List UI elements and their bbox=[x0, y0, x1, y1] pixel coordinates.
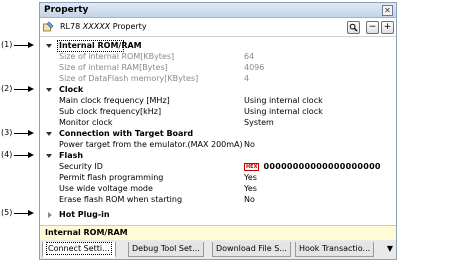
category-label: Flash bbox=[59, 151, 84, 160]
property-value[interactable]: HEX 00000000000000000000 bbox=[244, 161, 381, 172]
property-row[interactable]: Security ID HEX 00000000000000000000 bbox=[40, 161, 396, 172]
property-row[interactable]: Sub clock frequency[kHz] Using internal … bbox=[40, 106, 396, 117]
tab-debug-tool-settings[interactable]: Debug Tool Set... bbox=[128, 242, 204, 257]
callout-3: (3) bbox=[0, 128, 38, 138]
property-name: Size of DataFlash memory[KBytes] bbox=[59, 74, 199, 83]
description-area: Internal ROM/RAM bbox=[40, 225, 396, 241]
security-id-value: 00000000000000000000 bbox=[263, 162, 381, 171]
category-hot-plug-in[interactable]: Hot Plug-in bbox=[40, 209, 396, 220]
property-value[interactable]: Yes bbox=[244, 183, 257, 194]
debug-tool-icon bbox=[43, 21, 54, 32]
magnifier-icon bbox=[349, 23, 358, 32]
tab-label: Connect Setti... bbox=[46, 242, 112, 255]
property-name: Main clock frequency [MHz] bbox=[59, 96, 170, 105]
property-row[interactable]: Size of internal ROM[KBytes] 64 bbox=[40, 51, 396, 62]
tab-download-file-settings[interactable]: Download File S... bbox=[212, 242, 291, 257]
tab-strip: Connect Setti... Debug Tool Set... Downl… bbox=[40, 240, 396, 259]
callout-1: (1) bbox=[0, 40, 38, 50]
expand-arrow-icon[interactable] bbox=[46, 88, 52, 92]
property-value: 4 bbox=[244, 74, 250, 83]
property-row[interactable]: Permit flash programming Yes bbox=[40, 172, 396, 183]
category-label: Connection with Target Board bbox=[59, 129, 194, 138]
property-value[interactable]: No bbox=[244, 194, 255, 205]
property-row[interactable]: Monitor clock System bbox=[40, 117, 396, 128]
search-button[interactable] bbox=[347, 21, 360, 34]
callout-1-label: (1) bbox=[1, 40, 13, 49]
property-row[interactable]: Power target from the emulator.(MAX 200m… bbox=[40, 139, 396, 150]
property-row[interactable]: Erase flash ROM when starting No bbox=[40, 194, 396, 205]
callout-2: (2) bbox=[0, 84, 38, 94]
property-value[interactable]: Using internal clock bbox=[244, 95, 323, 106]
callout-4-arrow bbox=[28, 152, 34, 158]
category-clock[interactable]: Clock bbox=[40, 84, 396, 95]
property-row[interactable]: Main clock frequency [MHz] Using interna… bbox=[40, 95, 396, 106]
property-panel: Property ✕ RL78 XXXXX Property − + Inter… bbox=[39, 2, 397, 260]
tab-hook-transaction-settings[interactable]: Hook Transactio... bbox=[295, 242, 375, 257]
callout-3-arrow bbox=[28, 130, 34, 136]
tab-connect-settings[interactable]: Connect Setti... bbox=[42, 242, 116, 258]
tab-label: Download File S... bbox=[216, 244, 287, 253]
property-name: Size of internal ROM[KBytes] bbox=[59, 52, 175, 61]
property-toolbar: RL78 XXXXX Property − + bbox=[40, 18, 396, 37]
panel-titlebar: Property ✕ bbox=[40, 3, 396, 18]
category-label: Clock bbox=[59, 85, 84, 94]
property-name: Permit flash programming bbox=[59, 173, 164, 182]
callout-1-line bbox=[14, 45, 28, 46]
property-row[interactable]: Size of DataFlash memory[KBytes] 4 bbox=[40, 73, 396, 84]
category-connection-target-board[interactable]: Connection with Target Board bbox=[40, 128, 396, 139]
panel-title: Property bbox=[44, 5, 89, 15]
property-value: 4096 bbox=[244, 63, 265, 72]
callout-3-label: (3) bbox=[1, 128, 13, 137]
callout-5-arrow bbox=[28, 210, 34, 216]
tab-menu-dropdown-icon[interactable]: ▼ bbox=[387, 244, 393, 253]
callout-4-label: (4) bbox=[1, 150, 13, 159]
tab-label: Hook Transactio... bbox=[299, 244, 371, 253]
callout-5-line bbox=[14, 213, 28, 214]
callout-2-line bbox=[14, 89, 28, 90]
callout-4-line bbox=[14, 155, 28, 156]
target-device: XXXXX bbox=[82, 22, 111, 31]
tab-label: Debug Tool Set... bbox=[132, 244, 200, 253]
collapse-all-button[interactable]: − bbox=[366, 21, 379, 34]
expand-arrow-icon[interactable] bbox=[46, 132, 52, 136]
callout-1-arrow bbox=[28, 42, 34, 48]
property-name: Power target from the emulator.(MAX 200m… bbox=[59, 140, 243, 149]
category-label: Hot Plug-in bbox=[59, 210, 110, 219]
property-value[interactable]: Using internal clock bbox=[244, 106, 323, 117]
callout-2-arrow bbox=[28, 86, 34, 92]
expand-all-button[interactable]: + bbox=[381, 21, 394, 34]
description-text: Internal ROM/RAM bbox=[45, 228, 128, 237]
property-target-title: RL78 XXXXX Property bbox=[60, 21, 147, 32]
category-flash[interactable]: Flash bbox=[40, 150, 396, 161]
category-internal-rom-ram[interactable]: Internal ROM/RAM bbox=[40, 40, 396, 52]
close-button[interactable]: ✕ bbox=[382, 5, 393, 16]
callout-5: (5) bbox=[0, 208, 38, 218]
property-name: Use wide voltage mode bbox=[59, 184, 153, 193]
category-label: Internal ROM/RAM bbox=[59, 41, 142, 50]
callout-4: (4) bbox=[0, 150, 38, 160]
property-row[interactable]: Size of internal RAM[Bytes] 4096 bbox=[40, 62, 396, 73]
target-prefix: RL78 bbox=[60, 22, 81, 31]
hex-badge-icon: HEX bbox=[244, 163, 260, 171]
property-name: Monitor clock bbox=[59, 118, 113, 127]
property-value[interactable]: No bbox=[244, 139, 255, 150]
property-row[interactable]: Use wide voltage mode Yes bbox=[40, 183, 396, 194]
property-value: 64 bbox=[244, 52, 255, 61]
expand-arrow-icon[interactable] bbox=[46, 154, 52, 158]
property-name: Size of internal RAM[Bytes] bbox=[59, 63, 168, 72]
property-value[interactable]: Yes bbox=[244, 172, 257, 183]
property-grid: Internal ROM/RAM Size of internal ROM[KB… bbox=[40, 37, 396, 225]
callout-3-line bbox=[14, 133, 28, 134]
expand-arrow-icon[interactable] bbox=[46, 44, 52, 48]
collapsed-arrow-icon[interactable] bbox=[48, 212, 52, 218]
property-name: Security ID bbox=[59, 162, 103, 171]
target-suffix: Property bbox=[112, 22, 147, 31]
callout-2-label: (2) bbox=[1, 84, 13, 93]
property-name: Erase flash ROM when starting bbox=[59, 195, 183, 204]
property-name: Sub clock frequency[kHz] bbox=[59, 107, 162, 116]
callout-5-label: (5) bbox=[1, 208, 13, 217]
property-value[interactable]: System bbox=[244, 117, 274, 128]
